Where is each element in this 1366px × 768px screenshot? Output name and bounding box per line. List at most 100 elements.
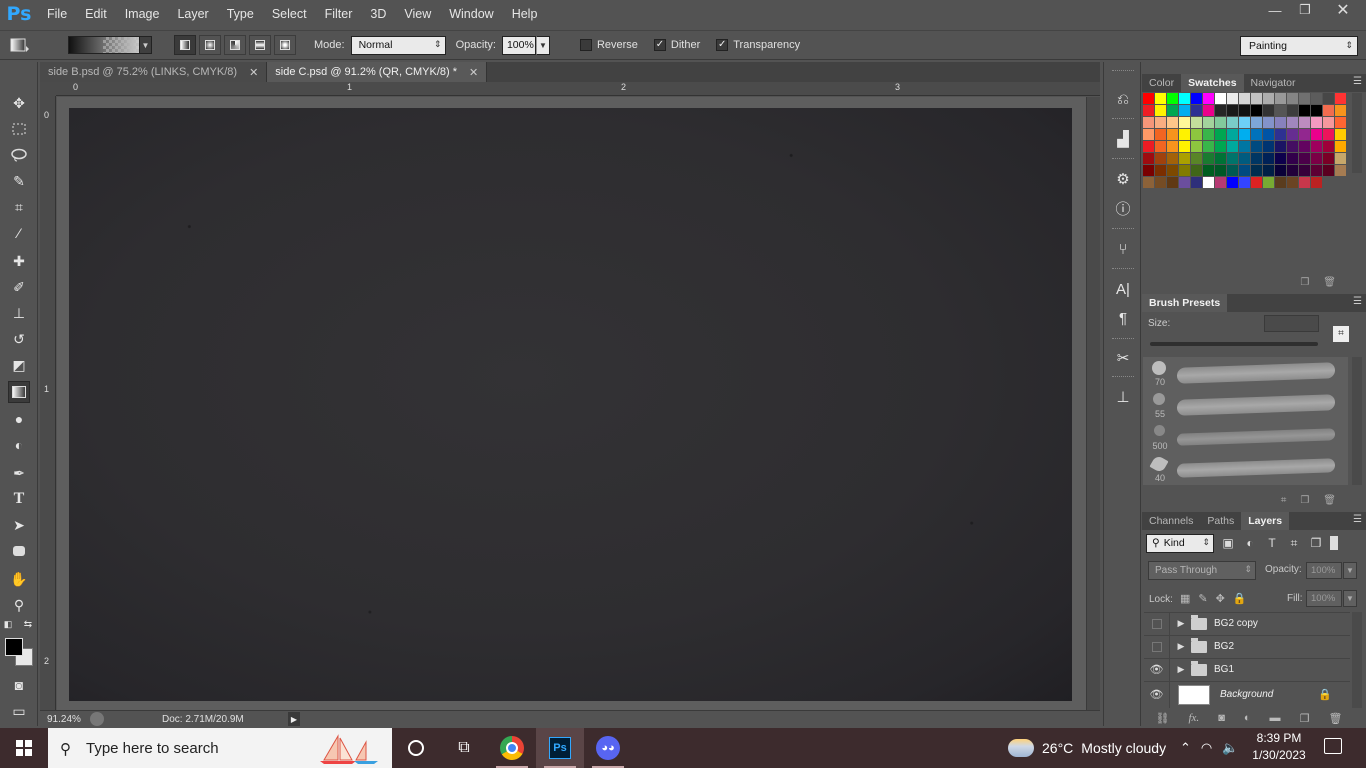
marquee-tool-icon[interactable] [8, 118, 30, 140]
tool-preset-picker[interactable] [0, 31, 40, 59]
color-swatch[interactable] [1179, 93, 1190, 104]
color-swatch[interactable] [1323, 141, 1334, 152]
quick-mask-icon[interactable]: ◙ [8, 674, 30, 696]
color-swatch[interactable] [1275, 177, 1286, 188]
color-swatch[interactable] [1155, 105, 1166, 116]
color-swatch[interactable] [1335, 129, 1346, 140]
document-canvas[interactable] [69, 108, 1072, 701]
color-swatch[interactable] [1311, 153, 1322, 164]
lock-all-icon[interactable]: 🔒 [1233, 592, 1247, 605]
color-swatch[interactable] [1239, 177, 1250, 188]
layer-opacity-input[interactable]: 100% [1306, 562, 1342, 579]
color-swatch[interactable] [1239, 165, 1250, 176]
color-swatch[interactable] [1143, 177, 1154, 188]
color-swatch[interactable] [1287, 177, 1298, 188]
color-swatch[interactable] [1179, 153, 1190, 164]
lock-transparent-pixels-icon[interactable]: ▦ [1180, 592, 1190, 605]
color-swatch[interactable] [1155, 177, 1166, 188]
layer-kind-select[interactable]: ⚲ Kind [1146, 533, 1214, 553]
filter-toggle-switch[interactable] [1330, 536, 1338, 550]
tab-layers[interactable]: Layers [1241, 512, 1290, 530]
notifications-icon[interactable] [1324, 738, 1342, 754]
diamond-gradient-button[interactable] [274, 35, 296, 55]
color-swatch[interactable] [1227, 177, 1238, 188]
panel-menu-icon[interactable]: ☰ [1353, 76, 1362, 87]
color-swatch[interactable] [1215, 129, 1226, 140]
color-swatch[interactable] [1263, 117, 1274, 128]
color-swatch[interactable] [1239, 105, 1250, 116]
clone-source-panel-icon[interactable]: ⊥ [1112, 386, 1134, 408]
color-swatch[interactable] [1323, 129, 1334, 140]
brush-size-input[interactable] [1264, 315, 1319, 332]
wifi-icon[interactable]: ◠ [1201, 740, 1212, 756]
reverse-checkbox-box[interactable] [579, 39, 592, 51]
color-swatch[interactable] [1143, 141, 1154, 152]
rectangle-tool-icon[interactable] [8, 540, 30, 562]
quick-selection-tool-icon[interactable]: ✎ [8, 170, 30, 192]
layer-opacity-dropdown[interactable]: ▼ [1343, 562, 1357, 579]
dither-check-icon[interactable]: ✓ [653, 39, 666, 51]
reverse-checkbox[interactable]: Reverse [579, 39, 638, 51]
color-swatch[interactable] [1191, 93, 1202, 104]
color-swatch[interactable] [1335, 165, 1346, 176]
tab-swatches[interactable]: Swatches [1181, 74, 1244, 92]
cortana-icon[interactable] [392, 728, 440, 768]
color-swatch[interactable] [1275, 93, 1286, 104]
adjustment-layer-filter-icon[interactable]: ◐ [1242, 535, 1258, 551]
color-swatch[interactable] [1155, 93, 1166, 104]
tab-navigator[interactable]: Navigator [1244, 74, 1303, 92]
weather-widget[interactable]: 26°C Mostly cloudy [1008, 728, 1166, 768]
lasso-tool-icon[interactable] [8, 144, 30, 166]
color-swatch[interactable] [1167, 129, 1178, 140]
menu-layer[interactable]: Layer [168, 0, 217, 28]
reflected-gradient-button[interactable] [249, 35, 271, 55]
color-swatch[interactable] [1191, 129, 1202, 140]
menu-window[interactable]: Window [440, 0, 502, 28]
foreground-color[interactable] [5, 638, 23, 656]
brush-panel-toggle-icon[interactable]: ⌗ [1333, 326, 1349, 342]
color-swatch[interactable] [1263, 177, 1274, 188]
color-swatch[interactable] [1311, 141, 1322, 152]
color-swatch[interactable] [1275, 129, 1286, 140]
brush-preset-item[interactable]: 500 [1143, 421, 1348, 453]
transparency-check-icon[interactable]: ✓ [716, 39, 729, 51]
layers-panel-menu-icon[interactable]: ☰ [1353, 514, 1362, 525]
expand-group-icon[interactable]: ▶ [1175, 664, 1187, 675]
mode-select[interactable]: Normal [350, 35, 446, 55]
layer-visibility-toggle[interactable] [1144, 635, 1170, 658]
type-tool-icon[interactable]: T [8, 488, 30, 510]
crop-tool-icon[interactable]: ⌗ [8, 196, 30, 218]
color-swatch[interactable] [1215, 141, 1226, 152]
color-swatch[interactable] [1287, 105, 1298, 116]
tool-presets-panel-icon[interactable]: ⑂ [1112, 238, 1134, 260]
add-mask-icon[interactable]: ◙ [1218, 712, 1225, 724]
color-swatch[interactable] [1323, 153, 1334, 164]
expand-group-icon[interactable]: ▶ [1175, 641, 1187, 652]
color-swatch[interactable] [1275, 141, 1286, 152]
menu-file[interactable]: File [38, 0, 76, 28]
menu-edit[interactable]: Edit [76, 0, 116, 28]
layer-style-icon[interactable]: fx. [1188, 712, 1199, 724]
shape-layer-filter-icon[interactable]: ⌗ [1286, 535, 1302, 551]
blur-tool-icon[interactable]: ● [8, 408, 30, 430]
paragraph-panel-icon[interactable]: ¶ [1112, 307, 1134, 329]
taskbar-search[interactable]: ⚲ Type here to search [48, 728, 392, 768]
menu-filter[interactable]: Filter [316, 0, 362, 28]
color-swatch[interactable] [1179, 129, 1190, 140]
color-swatch[interactable] [1203, 165, 1214, 176]
histogram-panel-icon[interactable]: ▟ [1112, 128, 1134, 150]
color-swatch[interactable] [1299, 105, 1310, 116]
pen-tool-icon[interactable]: ✒ [8, 462, 30, 484]
chrome-taskbar-icon[interactable] [488, 728, 536, 768]
color-swatch[interactable] [1203, 177, 1214, 188]
swatches-scrollbar[interactable] [1352, 93, 1362, 173]
brush-panel-menu-icon[interactable]: ☰ [1353, 296, 1362, 307]
color-swatch[interactable] [1311, 105, 1322, 116]
color-swatch[interactable] [1203, 117, 1214, 128]
color-swatch[interactable] [1143, 105, 1154, 116]
color-swatch[interactable] [1263, 105, 1274, 116]
path-selection-tool-icon[interactable]: ➤ [8, 514, 30, 536]
menu-help[interactable]: Help [503, 0, 547, 28]
restore-button[interactable]: ❐ [1290, 0, 1320, 20]
color-swatch[interactable] [1239, 117, 1250, 128]
